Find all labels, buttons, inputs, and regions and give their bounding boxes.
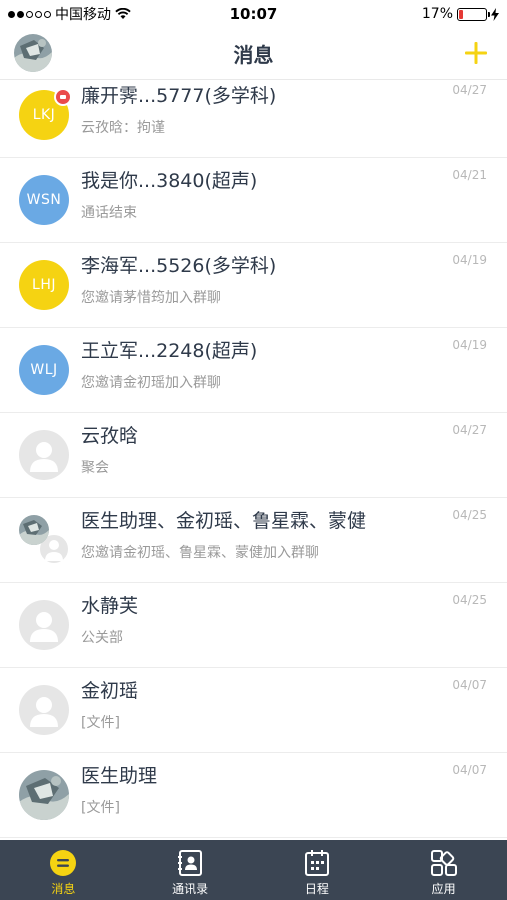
tab-label: 日程 (304, 882, 329, 896)
avatar: WLJ (19, 345, 69, 395)
tab-label: 应用 (431, 882, 456, 896)
chat-date: 04/07 (452, 763, 487, 777)
notification-badge (54, 88, 72, 106)
chat-date: 04/25 (452, 593, 487, 607)
chat-date: 04/07 (452, 678, 487, 692)
avatar (19, 600, 69, 650)
contacts-icon (178, 850, 203, 876)
tab-contacts[interactable]: 通讯录 (127, 840, 254, 900)
app-root: 中国移动 10:07 17% 消息 LKJ 廉开霁...5777(多学科) 云孜… (0, 0, 507, 900)
default-avatar-icon (19, 685, 69, 735)
battery-fill (459, 9, 464, 19)
chat-item[interactable]: 医生助理、金初瑶、鲁星霖、蒙健 您邀请金初瑶、鲁星霖、蒙健加入群聊 04/25 (0, 498, 507, 583)
battery-percent: 17% (421, 6, 453, 22)
page-title: 消息 (233, 43, 274, 67)
chat-item[interactable]: 金初瑶 [文件] 04/07 (0, 668, 507, 753)
avatar (19, 430, 69, 480)
charging-icon (491, 7, 499, 21)
chat-date: 04/25 (452, 508, 487, 522)
status-right: 17% (422, 6, 499, 22)
chat-preview: 云孜晗：拘谨 (81, 120, 165, 136)
nav-bar: 消息 (0, 28, 507, 80)
avatar-initials: WLJ (19, 345, 69, 395)
chat-item[interactable]: LKJ 廉开霁...5777(多学科) 云孜晗：拘谨 04/27 (0, 80, 507, 158)
tab-bar: 消息 通讯录 日程 应用 (0, 840, 507, 900)
avatar-initials: WSN (19, 175, 69, 225)
default-avatar-icon (19, 430, 69, 480)
chat-item[interactable]: LHJ 李海军...5526(多学科) 您邀请茅惜筠加入群聊 04/19 (0, 243, 507, 328)
chat-name: 廉开霁...5777(多学科) (81, 85, 277, 107)
chat-item[interactable]: 水静芙 公关部 04/25 (0, 583, 507, 668)
chat-preview: [文件] (81, 800, 120, 816)
chat-name: 金初瑶 (81, 680, 139, 702)
add-icon[interactable] (463, 40, 489, 66)
group-avatar (19, 515, 70, 565)
avatar: LHJ (19, 260, 69, 310)
chat-name: 王立军...2248(超声) (81, 340, 258, 362)
chat-preview: 通话结束 (81, 205, 137, 221)
tab-apps[interactable]: 应用 (380, 840, 507, 900)
badge-icon (60, 95, 66, 99)
message-icon (50, 850, 77, 876)
chat-preview: 您邀请金初瑶、鲁星霖、蒙健加入群聊 (81, 545, 319, 561)
chat-name: 水静芙 (81, 595, 139, 617)
wifi-icon (115, 8, 131, 19)
chat-list[interactable]: LKJ 廉开霁...5777(多学科) 云孜晗：拘谨 04/27 WSN 我是你… (0, 80, 507, 840)
battery-icon (457, 7, 490, 21)
chat-item[interactable]: WLJ 王立军...2248(超声) 您邀请金初瑶加入群聊 04/19 (0, 328, 507, 413)
status-left: 中国移动 (8, 4, 131, 24)
photo-avatar-icon (19, 770, 69, 820)
chat-preview: 聚会 (81, 460, 109, 476)
chat-name: 云孜晗 (81, 425, 139, 447)
chat-preview: 您邀请茅惜筠加入群聊 (81, 290, 221, 306)
chat-name: 医生助理 (81, 765, 158, 787)
default-avatar-icon (19, 600, 69, 650)
chat-date: 04/19 (452, 338, 487, 352)
group-avatar-icon (19, 515, 70, 565)
chat-preview: 您邀请金初瑶加入群聊 (81, 375, 221, 391)
avatar: WSN (19, 175, 69, 225)
avatar-initials: LHJ (19, 260, 69, 310)
profile-photo-icon (14, 34, 52, 72)
chat-date: 04/21 (452, 168, 487, 182)
chat-preview: 公关部 (81, 630, 123, 646)
chat-preview: [文件] (81, 715, 120, 731)
chat-item[interactable]: 医生助理 [文件] 04/07 (0, 753, 507, 838)
chat-item[interactable]: WSN 我是你...3840(超声) 通话结束 04/21 (0, 158, 507, 243)
chat-date: 04/27 (452, 423, 487, 437)
chat-name: 李海军...5526(多学科) (81, 255, 277, 277)
calendar-icon (304, 850, 329, 876)
chat-name: 医生助理、金初瑶、鲁星霖、蒙健 (81, 510, 367, 532)
avatar: LKJ (19, 88, 72, 140)
chat-date: 04/19 (452, 253, 487, 267)
avatar (19, 770, 69, 820)
chat-name: 我是你...3840(超声) (81, 170, 258, 192)
status-time: 10:07 (229, 5, 278, 23)
signal-icon (8, 10, 51, 18)
chat-date: 04/27 (452, 83, 487, 97)
tab-label: 通讯录 (172, 882, 209, 896)
status-bar: 中国移动 10:07 17% (0, 0, 507, 28)
avatar (19, 685, 69, 735)
carrier-label: 中国移动 (55, 7, 111, 23)
profile-avatar[interactable] (14, 34, 52, 72)
chat-item[interactable]: 云孜晗 聚会 04/27 (0, 413, 507, 498)
tab-calendar[interactable]: 日程 (254, 840, 381, 900)
tab-messages[interactable]: 消息 (0, 840, 127, 900)
apps-icon (430, 850, 457, 876)
tab-label: 消息 (51, 882, 76, 896)
